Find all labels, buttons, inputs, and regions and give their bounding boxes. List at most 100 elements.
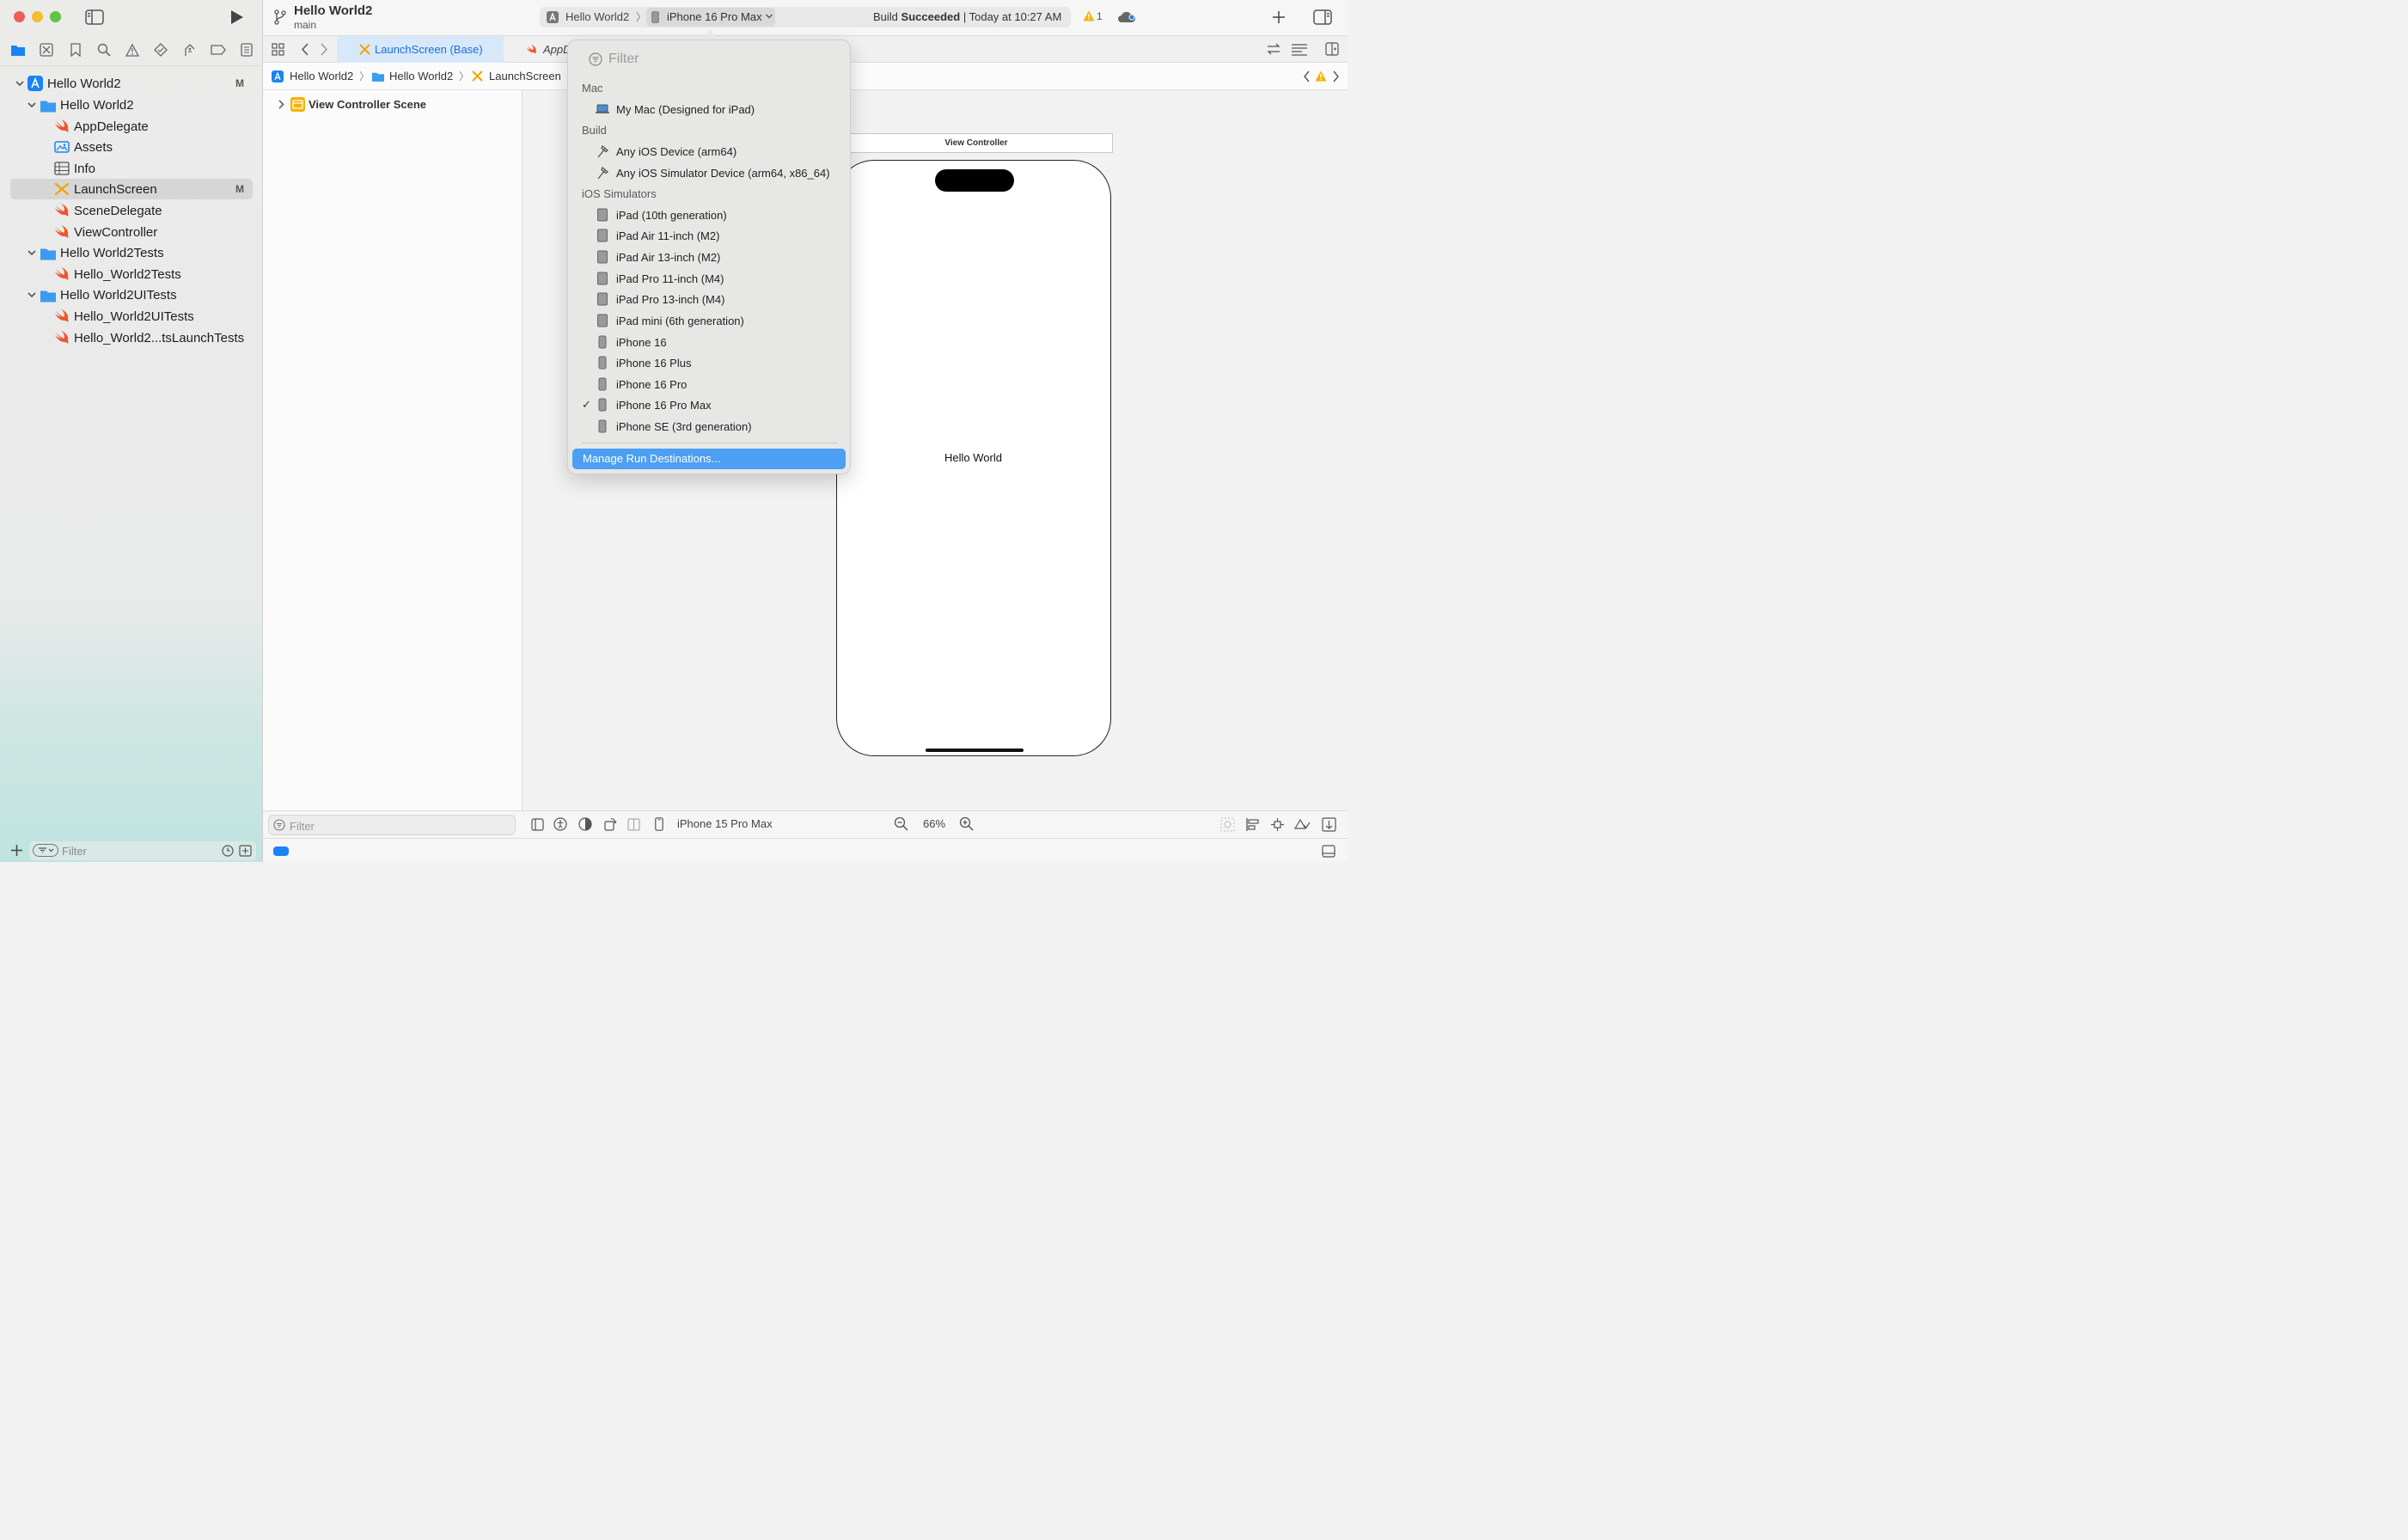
destination-item-iphone[interactable]: iPhone 16 Pro — [568, 374, 852, 394]
destination-item-iphone[interactable]: iPhone SE (3rd generation) — [568, 416, 852, 437]
chevron-down-icon[interactable] — [26, 99, 38, 111]
debug-icon[interactable] — [180, 40, 199, 59]
tree-item-group[interactable]: Hello World2Tests — [10, 242, 253, 263]
breadcrumb-group[interactable]: Hello World2 — [389, 70, 453, 82]
add-library-icon[interactable] — [1272, 10, 1286, 24]
tree-item-group[interactable]: Hello World2UITests — [10, 284, 253, 305]
resolve-issues-icon[interactable] — [1294, 817, 1311, 832]
layout-icon[interactable] — [627, 818, 640, 831]
folder-icon[interactable] — [9, 40, 28, 59]
breakpoint-icon[interactable] — [209, 40, 228, 59]
destination-item-ipad[interactable]: iPad Air 11-inch (M2) — [568, 225, 852, 246]
tree-item-group[interactable]: Hello World2 — [10, 95, 253, 115]
run-button[interactable] — [229, 9, 244, 25]
tree-item-file[interactable]: ViewController — [10, 222, 253, 242]
destination-item-iphone[interactable]: iPhone 16 Plus — [568, 352, 852, 373]
destination-item-iphone-checked[interactable]: ✓ iPhone 16 Pro Max — [568, 394, 852, 415]
scheme-selector[interactable]: Hello World2 — [565, 10, 629, 23]
chevron-down-icon[interactable] — [14, 77, 26, 89]
sidebar-toggle-icon[interactable] — [85, 9, 104, 25]
source-control-icon[interactable] — [37, 40, 56, 59]
activity-indicator — [273, 846, 289, 856]
tree-item-label: Hello_World2...tsLaunchTests — [74, 330, 245, 345]
device-config-label[interactable]: iPhone 15 Pro Max — [677, 817, 773, 830]
add-constraints-icon[interactable] — [1270, 817, 1285, 832]
destination-item-ipad[interactable]: iPad mini (6th generation) — [568, 310, 852, 331]
code-review-icon[interactable] — [1267, 43, 1280, 55]
search-icon[interactable] — [95, 40, 113, 59]
embed-in-icon[interactable] — [1322, 817, 1336, 832]
destination-item-any-ios-device[interactable]: Any iOS Device (arm64) — [568, 141, 852, 162]
zoom-window-button[interactable] — [50, 11, 61, 22]
split-editor-icon[interactable] — [1325, 42, 1339, 56]
destination-item-any-ios-simulator[interactable]: Any iOS Simulator Device (arm64, x86_64) — [568, 162, 852, 183]
chevron-down-icon[interactable] — [26, 289, 38, 301]
breadcrumb-file[interactable]: LaunchScreen — [489, 70, 561, 82]
tree-item-file[interactable]: AppDelegate — [10, 116, 253, 137]
source-control-filter-icon[interactable] — [239, 845, 252, 857]
related-items-icon[interactable] — [272, 43, 284, 56]
destination-filter-field[interactable]: Filter — [608, 52, 639, 67]
issue-icon[interactable] — [123, 40, 142, 59]
warning-icon[interactable] — [1083, 10, 1095, 21]
bookmark-icon[interactable] — [66, 40, 85, 59]
forward-chevron-icon[interactable] — [320, 43, 328, 56]
zoom-level[interactable]: 66% — [923, 817, 945, 830]
chevron-down-icon[interactable] — [26, 247, 38, 259]
next-issue-icon[interactable] — [1332, 70, 1340, 82]
outline-filter-field[interactable]: Filter — [268, 815, 516, 835]
tree-item-file[interactable]: Hello_World2UITests — [10, 306, 253, 327]
navigator-filter-field[interactable]: Filter — [29, 841, 256, 860]
tree-item-project[interactable]: Hello World2 M — [10, 73, 253, 94]
align-icon[interactable] — [1245, 817, 1260, 832]
tab-appdelegate[interactable]: AppD — [504, 36, 572, 63]
zoom-out-icon[interactable] — [894, 816, 908, 831]
warning-icon[interactable] — [1315, 70, 1327, 82]
destination-item-iphone[interactable]: iPhone 16 — [568, 332, 852, 352]
debug-area-toggle-icon[interactable] — [1322, 845, 1335, 858]
report-icon[interactable] — [237, 40, 256, 59]
destination-item-ipad[interactable]: iPad Air 13-inch (M2) — [568, 247, 852, 267]
editor-options-icon[interactable] — [1291, 43, 1308, 56]
destination-item-ipad[interactable]: iPad (10th generation) — [568, 205, 852, 225]
update-frames-icon[interactable] — [1220, 817, 1235, 832]
appearance-icon[interactable] — [578, 817, 592, 831]
tree-item-file[interactable]: SceneDelegate — [10, 200, 253, 221]
ipad-icon — [597, 314, 608, 327]
chevron-right-icon[interactable] — [277, 99, 285, 110]
recent-files-icon[interactable] — [222, 845, 234, 857]
minimize-window-button[interactable] — [32, 11, 43, 22]
scene-label[interactable]: View Controller Scene — [309, 98, 426, 111]
filter-options-icon[interactable] — [33, 844, 58, 857]
close-window-button[interactable] — [14, 11, 25, 22]
run-destination-selector[interactable]: iPhone 16 Pro Max — [646, 8, 775, 27]
iphone-icon[interactable] — [655, 817, 663, 831]
manage-run-destinations-item[interactable]: Manage Run Destinations... — [572, 449, 846, 469]
destination-item-ipad[interactable]: iPad Pro 13-inch (M4) — [568, 289, 852, 309]
hello-world-label[interactable]: Hello World — [837, 451, 1109, 464]
zoom-in-icon[interactable] — [959, 816, 974, 831]
tree-item-file[interactable]: Info — [10, 158, 253, 179]
navigator-sidebar: Hello World2 M Hello World2 AppDelegate … — [0, 0, 263, 862]
back-chevron-icon[interactable] — [301, 43, 309, 56]
add-icon[interactable] — [10, 844, 23, 857]
tree-item-file-selected[interactable]: LaunchScreen M — [10, 179, 253, 199]
tab-launchscreen[interactable]: LaunchScreen (Base) — [337, 36, 504, 63]
cloud-status-icon[interactable] — [1117, 10, 1136, 24]
previous-issue-icon[interactable] — [1303, 70, 1311, 82]
destination-item-my-mac[interactable]: My Mac (Designed for iPad) — [568, 99, 852, 119]
view-controller-title-bar[interactable]: View Controller — [840, 133, 1113, 153]
orientation-icon[interactable] — [603, 817, 617, 831]
inspector-toggle-icon[interactable] — [1313, 9, 1332, 25]
toggle-outline-icon[interactable] — [531, 818, 544, 831]
folder-icon — [40, 248, 56, 260]
tree-item-file[interactable]: Hello_World2Tests — [10, 264, 253, 284]
breadcrumb-project[interactable]: Hello World2 — [290, 70, 353, 82]
warning-count[interactable]: 1 — [1097, 10, 1103, 22]
destination-item-ipad[interactable]: iPad Pro 11-inch (M4) — [568, 268, 852, 289]
accessibility-icon[interactable] — [553, 817, 567, 831]
tree-item-file[interactable]: Assets — [10, 137, 253, 157]
iphone-frame[interactable]: Hello World — [836, 160, 1111, 756]
test-icon[interactable] — [151, 40, 170, 59]
tree-item-file[interactable]: Hello_World2...tsLaunchTests — [10, 327, 253, 348]
